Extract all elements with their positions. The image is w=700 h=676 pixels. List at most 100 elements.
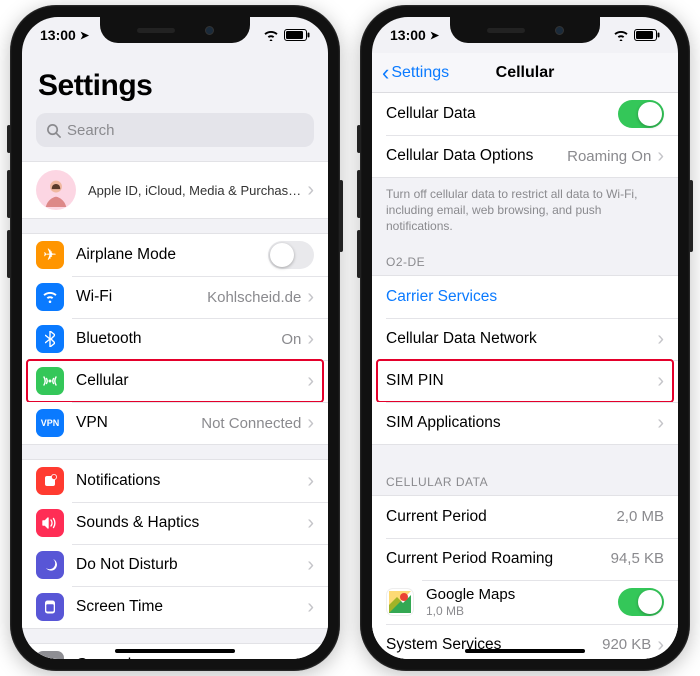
cellular-icon [36,367,64,395]
sim-pin-row[interactable]: SIM PIN › [372,360,678,402]
notifications-row[interactable]: Notifications › [22,460,328,502]
airplane-mode-row[interactable]: ✈︎ Airplane Mode [22,234,328,276]
chevron-right-icon: › [307,180,314,200]
chevron-right-icon: › [657,413,664,433]
notifications-label: Notifications [76,472,301,490]
notch [450,17,600,43]
sim-pin-label: SIM PIN [386,372,651,390]
carrier-services-label: Carrier Services [386,288,664,306]
phone-right: 13:00 ➤ ‹ Settings Cellular [360,5,690,671]
google-maps-icon [386,588,414,616]
cellular-data-options-label: Cellular Data Options [386,147,559,165]
wifi-icon [613,29,629,41]
gear-icon [36,651,64,659]
vpn-row[interactable]: VPN VPN Not Connected › [22,402,328,444]
wifi-settings-icon [36,283,64,311]
apple-id-label: Apple ID, iCloud, Media & Purchases [88,183,301,198]
chevron-right-icon: › [307,329,314,349]
current-period-roaming-row: Current Period Roaming 94,5 KB [372,538,678,580]
current-period-roaming-value: 94,5 KB [611,550,664,567]
airplane-label: Airplane Mode [76,246,268,264]
apple-id-row[interactable]: Apple ID, iCloud, Media & Purchases › [22,162,328,218]
chevron-right-icon: › [307,287,314,307]
cellular-data-options-detail: Roaming On [567,148,651,165]
airplane-toggle[interactable] [268,241,314,269]
location-icon: ➤ [430,29,439,42]
chevron-left-icon: ‹ [382,60,389,86]
location-icon: ➤ [80,29,89,42]
cellular-row[interactable]: Cellular › [22,360,328,402]
airplane-icon: ✈︎ [36,241,64,269]
cellular-footer-text: Turn off cellular data to restrict all d… [372,178,678,239]
chevron-right-icon: › [307,655,314,659]
home-indicator[interactable] [115,649,235,654]
cellular-network-label: Cellular Data Network [386,330,651,348]
current-period-label: Current Period [386,508,608,526]
bluetooth-label: Bluetooth [76,330,273,348]
chevron-right-icon: › [307,413,314,433]
notch [100,17,250,43]
bluetooth-detail: On [281,331,301,348]
dnd-icon [36,551,64,579]
wifi-label: Wi-Fi [76,288,199,306]
current-period-value: 2,0 MB [616,508,664,525]
battery-icon [284,29,310,41]
vpn-detail: Not Connected [201,415,301,432]
search-placeholder: Search [67,122,115,139]
chevron-right-icon: › [307,555,314,575]
carrier-section-header: O2-DE [372,239,678,275]
status-time: 13:00 [390,27,426,43]
chevron-right-icon: › [307,513,314,533]
chevron-right-icon: › [657,146,664,166]
vpn-icon: VPN [36,409,64,437]
cellular-data-options-row[interactable]: Cellular Data Options Roaming On › [372,135,678,177]
search-input[interactable]: Search [36,113,314,147]
google-maps-toggle[interactable] [618,588,664,616]
system-services-row[interactable]: System Services 920 KB › [372,624,678,659]
screentime-row[interactable]: Screen Time › [22,586,328,628]
page-title: Settings [22,53,328,113]
chevron-right-icon: › [657,635,664,655]
phone-left: 13:00 ➤ Settings Search [10,5,340,671]
sim-apps-label: SIM Applications [386,414,651,432]
chevron-right-icon: › [657,329,664,349]
back-label: Settings [391,64,449,82]
carrier-services-row[interactable]: Carrier Services [372,276,678,318]
cellular-data-toggle[interactable] [618,100,664,128]
wifi-detail: Kohlscheid.de [207,289,301,306]
cellular-network-row[interactable]: Cellular Data Network › [372,318,678,360]
cellular-data-label: Cellular Data [386,105,618,123]
dnd-label: Do Not Disturb [76,556,301,574]
current-period-row: Current Period 2,0 MB [372,496,678,538]
wifi-icon [263,29,279,41]
chevron-right-icon: › [307,597,314,617]
google-maps-row[interactable]: Google Maps 1,0 MB [372,580,678,624]
chevron-right-icon: › [307,371,314,391]
battery-icon [634,29,660,41]
home-indicator[interactable] [465,649,585,654]
general-label: General [76,656,301,659]
bluetooth-icon [36,325,64,353]
wifi-row[interactable]: Wi-Fi Kohlscheid.de › [22,276,328,318]
back-button[interactable]: ‹ Settings [382,60,449,86]
screentime-label: Screen Time [76,598,301,616]
cellular-label: Cellular [76,372,301,390]
sim-apps-row[interactable]: SIM Applications › [372,402,678,444]
google-maps-label: Google Maps [426,586,618,603]
avatar [36,170,76,210]
dnd-row[interactable]: Do Not Disturb › [22,544,328,586]
bluetooth-row[interactable]: Bluetooth On › [22,318,328,360]
system-services-value: 920 KB [602,636,651,653]
screentime-icon [36,593,64,621]
chevron-right-icon: › [307,471,314,491]
notifications-icon [36,467,64,495]
nav-header: ‹ Settings Cellular [372,53,678,93]
sounds-icon [36,509,64,537]
google-maps-usage: 1,0 MB [426,604,618,618]
status-time: 13:00 [40,27,76,43]
chevron-right-icon: › [657,371,664,391]
vpn-label: VPN [76,414,193,432]
cellular-data-row[interactable]: Cellular Data [372,93,678,135]
sounds-label: Sounds & Haptics [76,514,301,532]
sounds-row[interactable]: Sounds & Haptics › [22,502,328,544]
